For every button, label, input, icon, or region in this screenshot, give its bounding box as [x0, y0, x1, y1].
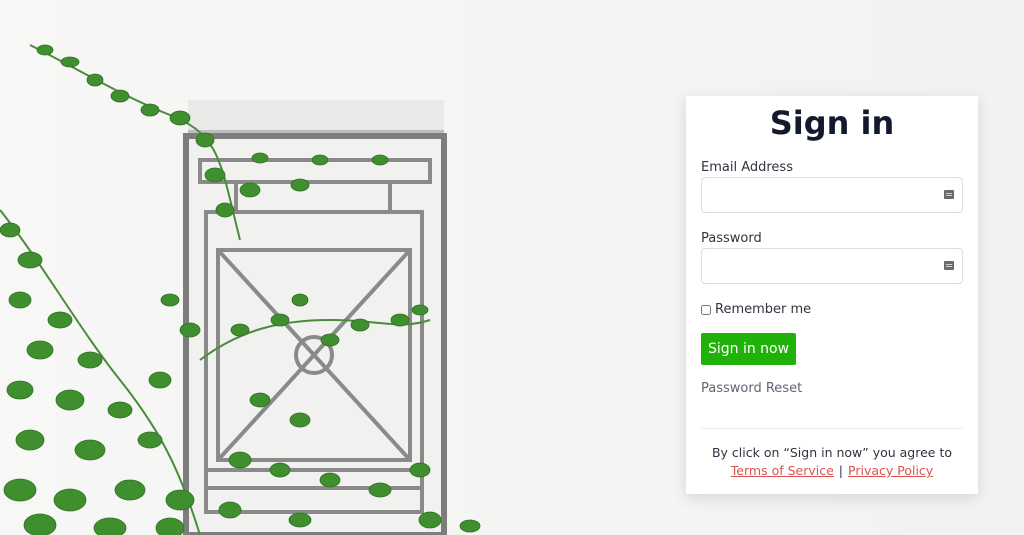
sign-in-card: Sign in Email Address Password Remember …	[686, 96, 978, 494]
sign-in-button[interactable]: Sign in now	[701, 333, 796, 365]
email-field[interactable]	[702, 178, 952, 212]
password-label: Password	[701, 231, 762, 246]
email-label: Email Address	[701, 160, 793, 175]
remember-me-label[interactable]: Remember me	[715, 302, 811, 317]
terms-of-service-link[interactable]: Terms of Service	[731, 463, 834, 478]
privacy-policy-link[interactable]: Privacy Policy	[848, 463, 933, 478]
agreement-text: By click on “Sign in now” you agree to	[711, 445, 953, 460]
legal-links: Terms of Service | Privacy Policy	[686, 463, 978, 478]
password-reset-link[interactable]: Password Reset	[701, 381, 802, 396]
email-field-container	[701, 177, 963, 213]
divider	[701, 428, 963, 429]
password-field-container	[701, 248, 963, 284]
remember-me-checkbox[interactable]	[701, 304, 711, 315]
autofill-card-icon[interactable]	[944, 190, 954, 199]
autofill-card-icon[interactable]	[944, 261, 954, 270]
link-separator: |	[838, 463, 844, 478]
page-title: Sign in	[769, 104, 895, 142]
password-field[interactable]	[702, 249, 952, 283]
remember-me-row: Remember me	[701, 302, 811, 317]
